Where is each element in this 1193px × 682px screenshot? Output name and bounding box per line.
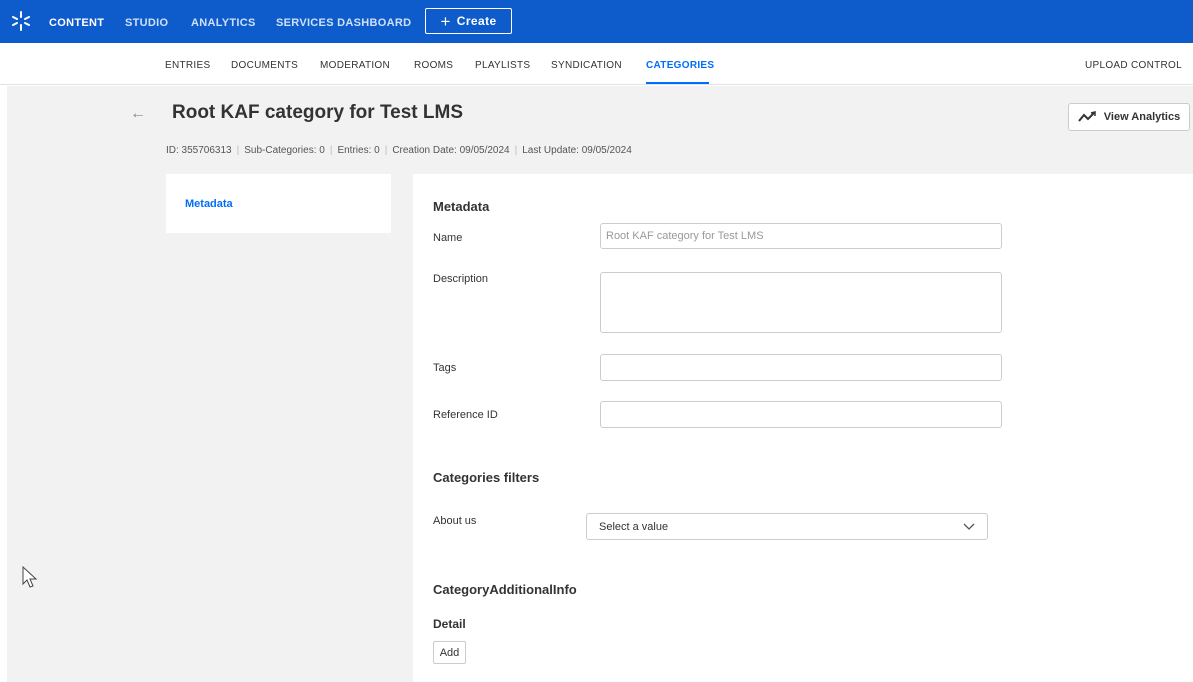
- kaltura-logo-icon[interactable]: [10, 10, 32, 32]
- create-label: Create: [456, 14, 497, 28]
- form-panel: [413, 174, 1193, 682]
- mouse-cursor-icon: [22, 566, 38, 588]
- back-arrow-icon[interactable]: ←: [130, 105, 146, 123]
- name-label: Name: [433, 232, 463, 244]
- sidebar-item-metadata[interactable]: Metadata: [185, 198, 233, 210]
- separator: |: [329, 145, 333, 156]
- nav-services-dashboard[interactable]: SERVICES DASHBOARD: [276, 17, 411, 29]
- description-field[interactable]: [600, 272, 1002, 333]
- sub-nav: ENTRIES DOCUMENTS MODERATION ROOMS PLAYL…: [0, 43, 1193, 85]
- tab-documents[interactable]: DOCUMENTS: [231, 60, 298, 71]
- tab-moderation[interactable]: MODERATION: [320, 60, 390, 71]
- tab-upload-control[interactable]: UPLOAD CONTROL: [1085, 60, 1182, 71]
- categories-filters-heading: Categories filters: [433, 470, 540, 485]
- tab-categories[interactable]: CATEGORIES: [646, 60, 714, 71]
- detail-label: Detail: [433, 617, 466, 631]
- tags-field[interactable]: [600, 354, 1002, 381]
- subcategories-count: Sub-Categories: 0: [244, 145, 325, 156]
- reference-id-field[interactable]: [600, 401, 1002, 428]
- create-button[interactable]: + Create: [425, 8, 512, 34]
- category-info-line: ID: 355706313 | Sub-Categories: 0 | Entries:…: [166, 145, 632, 156]
- nav-content[interactable]: CONTENT: [49, 17, 104, 29]
- plus-icon: +: [440, 11, 451, 31]
- about-us-label: About us: [433, 515, 477, 527]
- separator: |: [514, 145, 518, 156]
- reference-id-label: Reference ID: [433, 409, 498, 421]
- tags-label: Tags: [433, 362, 457, 374]
- view-analytics-button[interactable]: View Analytics: [1068, 103, 1190, 131]
- page-title: Root KAF category for Test LMS: [172, 102, 463, 123]
- metadata-heading: Metadata: [433, 199, 490, 214]
- description-label: Description: [433, 273, 489, 285]
- entries-count: Entries: 0: [337, 145, 380, 156]
- tab-playlists[interactable]: PLAYLISTS: [475, 60, 530, 71]
- chevron-down-icon: [963, 523, 975, 530]
- top-bar: CONTENT STUDIO ANALYTICS SERVICES DASHBO…: [0, 0, 1193, 43]
- tab-entries[interactable]: ENTRIES: [165, 60, 210, 71]
- active-tab-indicator: [646, 82, 709, 84]
- add-button[interactable]: Add: [433, 641, 466, 664]
- name-field[interactable]: Root KAF category for Test LMS: [600, 223, 1002, 249]
- about-us-select[interactable]: Select a value: [586, 513, 988, 540]
- nav-analytics[interactable]: ANALYTICS: [191, 17, 256, 29]
- trend-line-icon: [1078, 111, 1096, 122]
- last-update: Last Update: 09/05/2024: [522, 145, 632, 156]
- tab-syndication[interactable]: SYNDICATION: [551, 60, 622, 71]
- tab-rooms[interactable]: ROOMS: [414, 60, 453, 71]
- about-us-select-value: Select a value: [599, 520, 669, 533]
- separator: |: [384, 145, 388, 156]
- nav-studio[interactable]: STUDIO: [125, 17, 168, 29]
- category-id: ID: 355706313: [166, 145, 232, 156]
- creation-date: Creation Date: 09/05/2024: [392, 145, 510, 156]
- view-analytics-label: View Analytics: [1103, 111, 1181, 123]
- additional-info-heading: CategoryAdditionalInfo: [433, 582, 577, 597]
- separator: |: [236, 145, 240, 156]
